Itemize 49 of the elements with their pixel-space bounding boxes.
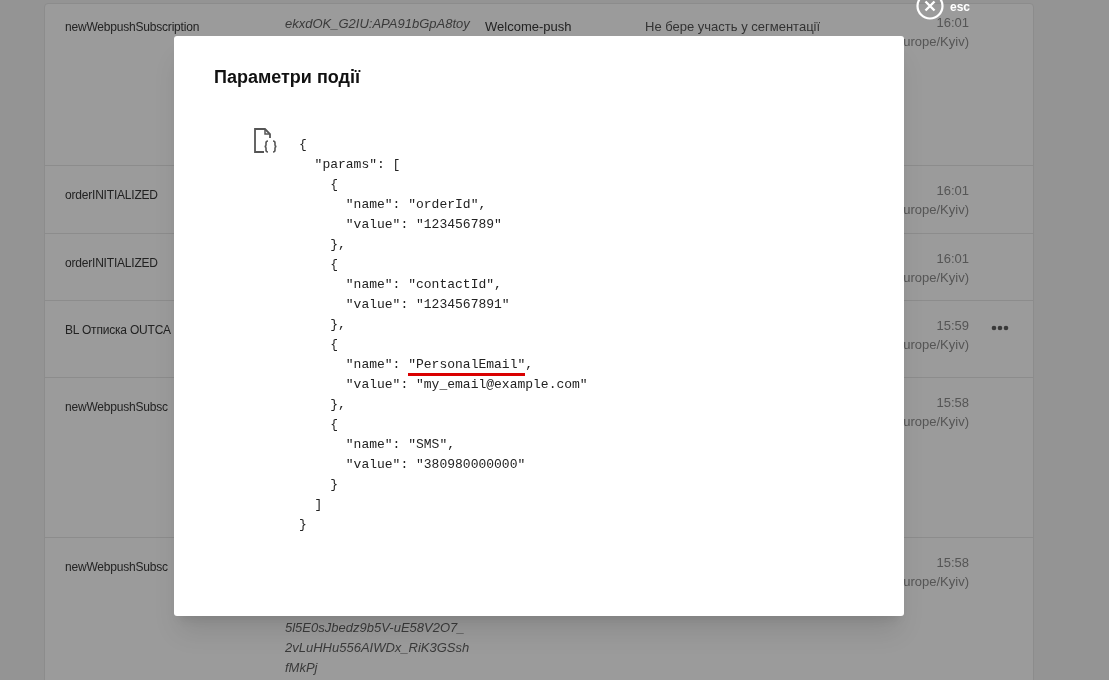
code-line: {	[329, 256, 339, 274]
code-line: "value": "123456789"	[344, 216, 503, 234]
event-timezone: urope/Kyiv)	[903, 269, 969, 287]
code-line: "name": "contactId",	[344, 276, 503, 294]
token-text: 2vLuHHu556AIWDx_RiK3GSsh	[285, 639, 471, 657]
code-line: "value": "380980000000"	[344, 456, 527, 474]
event-name: newWebpushSubscription	[65, 20, 200, 34]
token-text: ekxdOK_G2IU:APA91bGpA8toy	[285, 15, 471, 33]
json-file-icon	[253, 127, 279, 155]
event-time: 16:01	[936, 182, 969, 200]
code-line: {	[329, 336, 339, 354]
code-line: "name": "PersonalEmail",	[299, 355, 588, 375]
event-time: 15:58	[936, 554, 969, 572]
token-text: fMkPj	[285, 659, 319, 677]
code-line: {	[329, 416, 339, 434]
code-line: "value": "1234567891"	[344, 296, 511, 314]
code-line: },	[329, 316, 347, 334]
template-name: Welcome-push	[485, 19, 572, 34]
event-name: orderINITIALIZED	[65, 188, 158, 202]
event-timezone: urope/Kyiv)	[903, 573, 969, 591]
event-time: 15:59	[936, 317, 969, 335]
event-name: newWebpushSubsc	[65, 400, 168, 414]
event-name: newWebpushSubsc	[65, 560, 168, 574]
token-text: 5l5E0sJbedz9b5V-uE58V2O7_	[285, 619, 466, 637]
code-line: "name": "orderId",	[344, 196, 488, 214]
event-timezone: urope/Kyiv)	[903, 33, 969, 51]
dialog-title: Параметри події	[214, 66, 362, 89]
code-line: {	[329, 176, 339, 194]
code-line: "params": [	[313, 156, 402, 174]
segmentation-status: Не бере участь у сегментації	[645, 19, 821, 34]
event-time: 15:58	[936, 394, 969, 412]
event-time: 16:01	[936, 250, 969, 268]
event-timezone: urope/Kyiv)	[903, 413, 969, 431]
esc-label: esc	[950, 0, 971, 16]
code-line: }	[329, 476, 339, 494]
more-icon[interactable]	[991, 325, 1009, 331]
code-line: ]	[313, 496, 324, 514]
code-line: },	[329, 236, 347, 254]
event-name: BL Отписка OUTCA	[65, 323, 171, 337]
close-icon[interactable]	[916, 0, 944, 20]
code-line: "value": "my_email@example.com"	[344, 376, 588, 394]
event-time: 16:01	[936, 14, 969, 32]
code-line: "name": "SMS",	[344, 436, 457, 454]
event-name: orderINITIALIZED	[65, 256, 158, 270]
event-timezone: urope/Kyiv)	[903, 201, 969, 219]
code-line: }	[299, 516, 308, 534]
code-line: {	[299, 136, 308, 154]
code-line: },	[329, 396, 347, 414]
event-timezone: urope/Kyiv)	[903, 336, 969, 354]
